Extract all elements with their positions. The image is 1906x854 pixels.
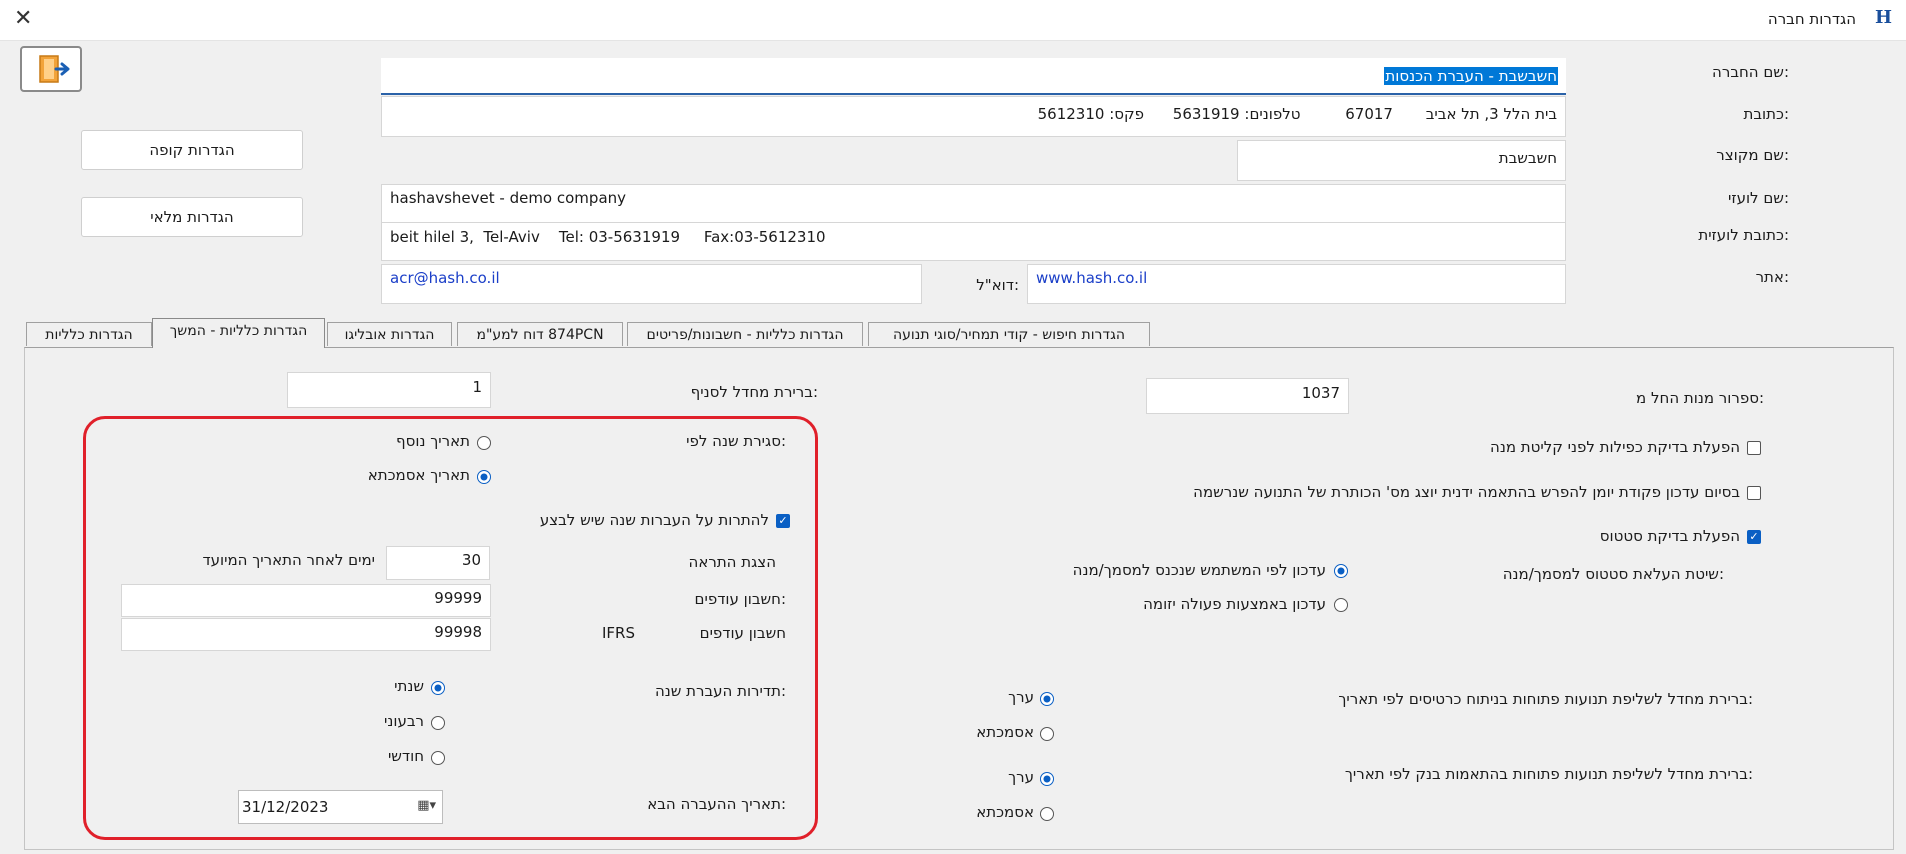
year-close-radio-extra-date[interactable] xyxy=(477,436,491,450)
card-analysis-label: ברירת מחדל לשליפת תנועות פתוחות בניתוח כ… xyxy=(1338,690,1753,708)
window-title: הגדרות חברה xyxy=(1767,10,1856,28)
exit-button[interactable] xyxy=(20,46,82,92)
dup-check-label: הפעלת בדיקת כפילות לפני קליטת מנה xyxy=(1490,438,1740,456)
cash-settings-button[interactable]: הגדרות קופה xyxy=(81,130,303,170)
surplus-ifrs-input[interactable]: 99998 xyxy=(121,618,491,651)
tab-obligo[interactable]: הגדרות אובליגו xyxy=(327,322,452,346)
status-method-radio-action[interactable] xyxy=(1334,598,1348,612)
status-method-option-action: עדכון באמצעות פעולה יזומה xyxy=(1143,595,1326,613)
show-alert-label: הצגת התראה xyxy=(688,553,776,571)
alert-checkbox[interactable]: ✓ xyxy=(776,514,790,528)
foreign-name-field[interactable]: hashavshevet - demo company xyxy=(381,184,1566,223)
address-zip: 67017 xyxy=(1345,105,1393,123)
tab-general[interactable]: הגדרות כלליות xyxy=(26,322,152,346)
ifrs-tag: IFRS xyxy=(602,624,635,642)
transfer-freq-label: תדירות העברת שנה: xyxy=(654,682,786,700)
transfer-freq-radio-monthly[interactable] xyxy=(431,751,445,765)
surplus-ifrs-label: חשבון עודפים xyxy=(699,624,786,642)
address-fax: 5612310 xyxy=(1037,105,1105,123)
branch-default-label: ברירת מחדל לסניף: xyxy=(690,383,818,401)
next-transfer-label: תאריך ההעברה הבא: xyxy=(647,795,786,813)
email-field[interactable]: acr@hash.co.il xyxy=(381,264,922,304)
branch-default-input[interactable]: 1 xyxy=(287,372,491,408)
year-close-option-reference-date: תאריך אסמכתא xyxy=(367,466,470,484)
address-street: בית הלל 3, תל אביב xyxy=(1425,105,1557,123)
site-label: אתר: xyxy=(1755,268,1789,286)
bank-match-radio-value[interactable] xyxy=(1040,772,1054,786)
transfer-freq-option-quarterly: רבעוני xyxy=(384,712,424,730)
surplus-label: חשבון עודפים: xyxy=(694,590,786,608)
tab-general-continued[interactable]: הגדרות כלליות - המשך xyxy=(152,318,325,348)
card-analysis-option-value: ערך xyxy=(1008,688,1034,706)
transfer-freq-radio-quarterly[interactable] xyxy=(431,716,445,730)
year-close-radio-reference-date[interactable] xyxy=(477,470,491,484)
title-bar: H הגדרות חברה ✕ xyxy=(0,0,1906,41)
address-phone-label: טלפונים: xyxy=(1244,105,1301,123)
transfer-freq-radio-yearly[interactable] xyxy=(431,681,445,695)
year-close-label: סגירת שנה לפי: xyxy=(686,432,786,450)
tab-strip: הגדרות כלליות הגדרות כלליות - המשך הגדרו… xyxy=(0,318,1906,348)
bank-match-option-reference: אסמכתא xyxy=(976,803,1034,821)
card-analysis-option-reference: אסמכתא xyxy=(976,723,1034,741)
app-logo-icon: H xyxy=(1874,7,1892,28)
bank-match-radio-reference[interactable] xyxy=(1040,807,1054,821)
batch-numbering-input[interactable]: 1037 xyxy=(1146,378,1349,414)
next-transfer-date-picker[interactable]: 31/12/2023 ▦▾ xyxy=(238,790,443,824)
foreign-name-label: שם לועזי: xyxy=(1728,189,1789,207)
tab-search-settings[interactable]: הגדרות חיפוש - קודי תמחיר/סוגי תנועה xyxy=(868,322,1150,346)
address-label: כתובת: xyxy=(1743,105,1789,123)
tab-vat-report[interactable]: 874PCN דוח למע"מ xyxy=(457,322,623,346)
status-check-label: הפעלת בדיקת סטטוס xyxy=(1599,527,1740,545)
bank-match-option-value: ערך xyxy=(1008,768,1034,786)
foreign-address-field[interactable]: beit hilel 3, Tel-Aviv Tel: 03-5631919 F… xyxy=(381,222,1566,261)
status-method-label: שיטת העלאת סטטוס למסמך/מנה: xyxy=(1502,565,1724,583)
batch-numbering-label: ספרור מנות החל מ: xyxy=(1636,389,1764,407)
address-phone: 5631919 xyxy=(1172,105,1240,123)
card-analysis-radio-value[interactable] xyxy=(1040,692,1054,706)
journal-update-checkbox[interactable] xyxy=(1747,486,1761,500)
status-method-radio-user[interactable] xyxy=(1334,564,1348,578)
address-field[interactable]: בית הלל 3, תל אביב 67017 טלפונים: 563191… xyxy=(381,96,1566,137)
surplus-input[interactable]: 99999 xyxy=(121,584,491,617)
bank-match-label: ברירת מחדל לשליפת תנועות פתוחות בהתאמות … xyxy=(1344,765,1753,783)
status-method-option-user: עדכון לפי המשתמש שנכנס למסמך/מנה xyxy=(1072,561,1326,579)
dup-check-checkbox[interactable] xyxy=(1747,441,1761,455)
foreign-address-label: כתובת לועזית: xyxy=(1698,226,1789,244)
email-label: דוא"ל: xyxy=(976,276,1019,294)
show-alert-days-input[interactable]: 30 xyxy=(386,546,490,580)
show-alert-suffix: ימים לאחר התאריך המיועד xyxy=(202,551,375,569)
close-icon[interactable]: ✕ xyxy=(14,6,32,31)
transfer-freq-option-monthly: חודשי xyxy=(387,747,424,765)
inventory-settings-button[interactable]: הגדרות מלאי xyxy=(81,197,303,237)
alert-label: להתרות על העברות שנה שיש לבצע xyxy=(539,511,769,529)
company-name-label: שם החברה: xyxy=(1712,63,1789,81)
exit-door-icon xyxy=(39,55,70,83)
tab-accounts-items[interactable]: הגדרות כלליות - חשבונות/פריטים xyxy=(627,322,863,346)
short-name-field[interactable]: חשבשבת xyxy=(1237,140,1566,181)
journal-update-label: בסיום עדכון פקודת יומן להפרש בהתאמה ידני… xyxy=(1193,483,1740,501)
short-name-label: שם מקוצר: xyxy=(1716,146,1789,164)
address-fax-label: פקס: xyxy=(1109,105,1145,123)
next-transfer-date-value: 31/12/2023 xyxy=(242,798,329,816)
calendar-dropdown-icon[interactable]: ▦▾ xyxy=(417,798,436,813)
transfer-freq-option-yearly: שנתי xyxy=(394,677,424,695)
site-field[interactable]: www.hash.co.il xyxy=(1027,264,1566,304)
card-analysis-radio-reference[interactable] xyxy=(1040,727,1054,741)
company-name-field[interactable]: חשבשבת - העברת הכנסות xyxy=(381,58,1566,95)
status-check-checkbox[interactable]: ✓ xyxy=(1747,530,1761,544)
year-close-option-extra-date: תאריך נוסף xyxy=(396,432,470,450)
company-name-value: חשבשבת - העברת הכנסות xyxy=(1384,67,1558,85)
